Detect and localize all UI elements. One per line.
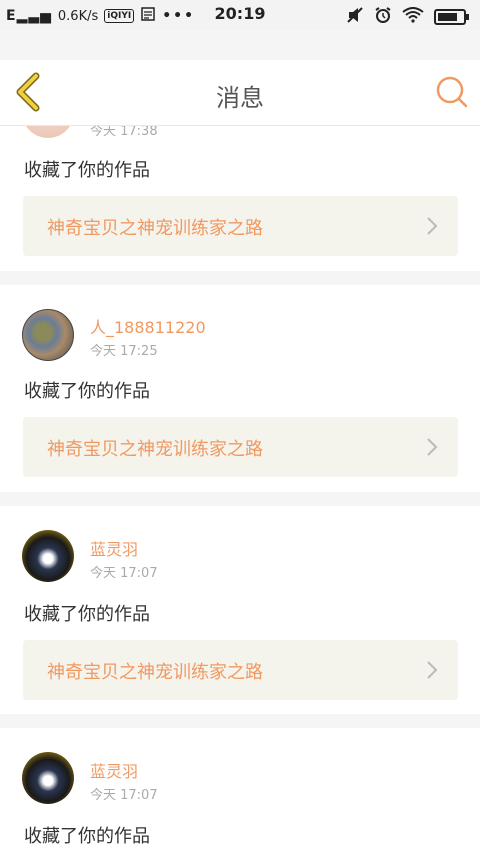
- notification-time: 今天 17:07: [90, 566, 158, 581]
- notification-time: 今天 17:07: [90, 788, 158, 803]
- alarm-icon: [374, 6, 392, 28]
- separator: [0, 271, 480, 285]
- notification-item: 蓝灵羽 今天 17:07 收藏了你的作品: [0, 728, 480, 854]
- avatar[interactable]: [22, 752, 74, 804]
- search-icon: [436, 76, 468, 108]
- avatar[interactable]: [22, 530, 74, 582]
- mute-icon: [346, 6, 364, 28]
- notification-username[interactable]: 蓝灵羽: [90, 758, 138, 782]
- avatar[interactable]: [22, 126, 74, 138]
- notification-item: 蓝灵羽 今天 17:07 收藏了你的作品 神奇宝贝之神宠训练家之路: [0, 506, 480, 714]
- notification-username[interactable]: 蓝灵羽: [90, 536, 138, 560]
- notification-item: 今天 17:38 收藏了你的作品 神奇宝贝之神宠训练家之路: [0, 126, 480, 270]
- status-bar: E▂▃▅ 0.6K/s iQIYI ••• 20:19: [0, 0, 480, 30]
- chevron-right-icon: [427, 217, 438, 235]
- notification-action: 收藏了你的作品: [24, 604, 150, 625]
- status-right: [346, 6, 469, 28]
- work-title: 神奇宝贝之神宠训练家之路: [47, 662, 263, 683]
- notification-time: 今天 17:25: [90, 344, 158, 359]
- wifi-icon: [402, 7, 424, 27]
- notification-item: 人_188811220 今天 17:25 收藏了你的作品 神奇宝贝之神宠训练家之…: [0, 285, 480, 491]
- top-spacer: [0, 30, 480, 60]
- battery-icon: [434, 9, 469, 25]
- notification-action: 收藏了你的作品: [24, 381, 150, 402]
- separator: [0, 714, 480, 728]
- work-link[interactable]: 神奇宝贝之神宠训练家之路: [23, 196, 458, 256]
- chevron-right-icon: [427, 661, 438, 679]
- app-header: 消息: [0, 60, 480, 126]
- battery-fill: [438, 13, 457, 21]
- notification-action: 收藏了你的作品: [24, 160, 150, 181]
- work-link[interactable]: 神奇宝贝之神宠训练家之路: [23, 417, 458, 477]
- page-title: 消息: [216, 84, 264, 112]
- notification-time: 今天 17:38: [90, 126, 158, 139]
- search-button[interactable]: [434, 74, 470, 110]
- avatar[interactable]: [22, 309, 74, 361]
- separator: [0, 492, 480, 506]
- work-title: 神奇宝贝之神宠训练家之路: [47, 439, 263, 460]
- work-link[interactable]: 神奇宝贝之神宠训练家之路: [23, 640, 458, 700]
- notification-action: 收藏了你的作品: [24, 826, 150, 847]
- notification-list[interactable]: 今天 17:38 收藏了你的作品 神奇宝贝之神宠训练家之路 人_18881122…: [0, 126, 480, 854]
- work-title: 神奇宝贝之神宠训练家之路: [47, 218, 263, 239]
- notification-username[interactable]: 人_188811220: [90, 314, 206, 338]
- chevron-right-icon: [427, 438, 438, 456]
